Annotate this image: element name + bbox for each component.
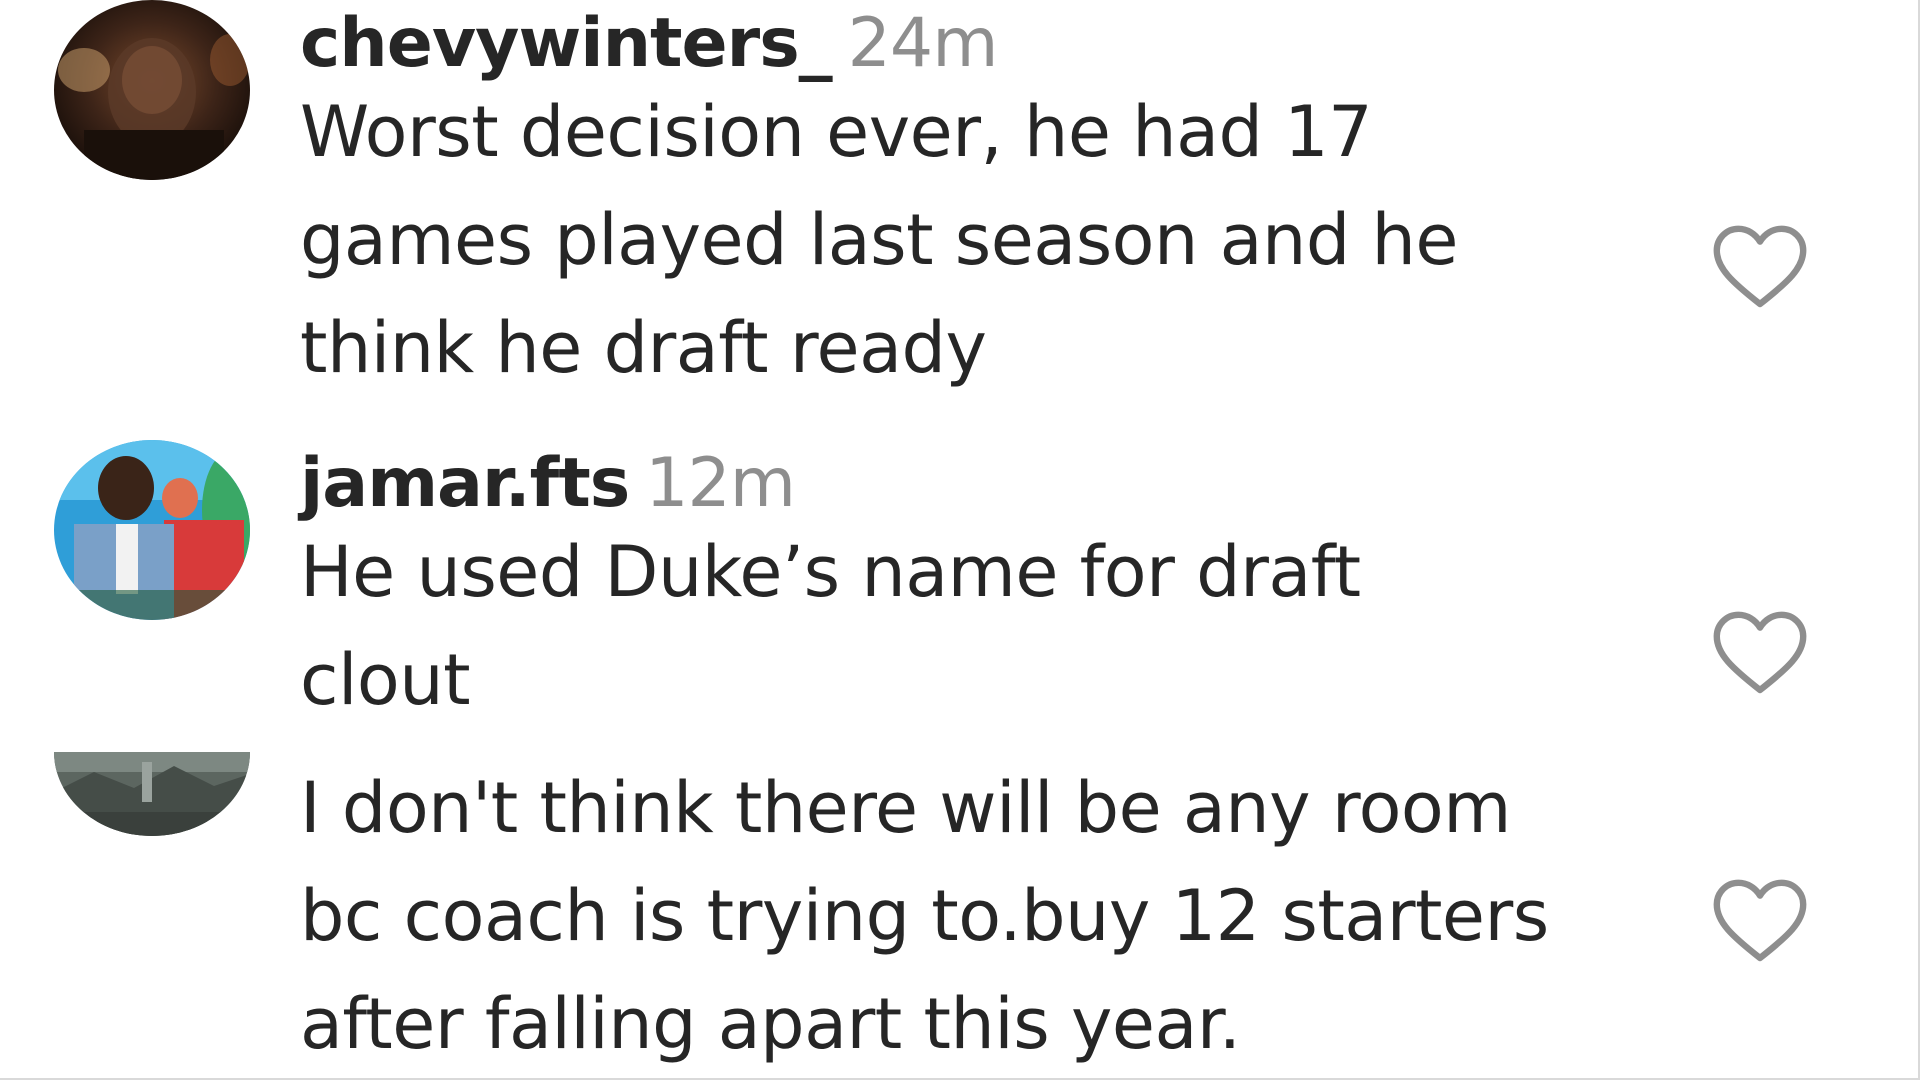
like-button[interactable] (1712, 608, 1808, 696)
dark-photo-avatar-icon (54, 0, 250, 180)
username-link[interactable]: chevywinters_ (300, 4, 833, 83)
like-button[interactable] (1712, 876, 1808, 964)
comments-panel: chevywinters_ 24m Worst decision ever, he… (0, 0, 1920, 1080)
heart-outline-icon (1713, 611, 1807, 694)
comment-text: He used Duke’s name for draft clout (300, 531, 1361, 721)
avatar[interactable] (54, 440, 250, 620)
comment-text: I don't think there will be any room bc … (300, 767, 1549, 1065)
timestamp[interactable]: 24m (848, 4, 999, 83)
heart-outline-icon (1713, 225, 1807, 308)
like-button[interactable] (1712, 222, 1808, 310)
comment-text: Worst decision ever, he had 17 games pla… (300, 91, 1459, 389)
heart-outline-icon (1713, 879, 1807, 962)
avatar[interactable] (54, 0, 250, 180)
colorful-photo-avatar-icon (54, 440, 250, 620)
comment-header: jamar.fts 12m (300, 442, 1680, 526)
avatar[interactable] (54, 752, 250, 836)
timestamp[interactable]: 12m (645, 444, 796, 523)
landscape-photo-avatar-icon (54, 752, 250, 836)
comment-header: chevywinters_ 24m (300, 2, 1680, 86)
username-link[interactable]: jamar.fts (300, 444, 630, 523)
